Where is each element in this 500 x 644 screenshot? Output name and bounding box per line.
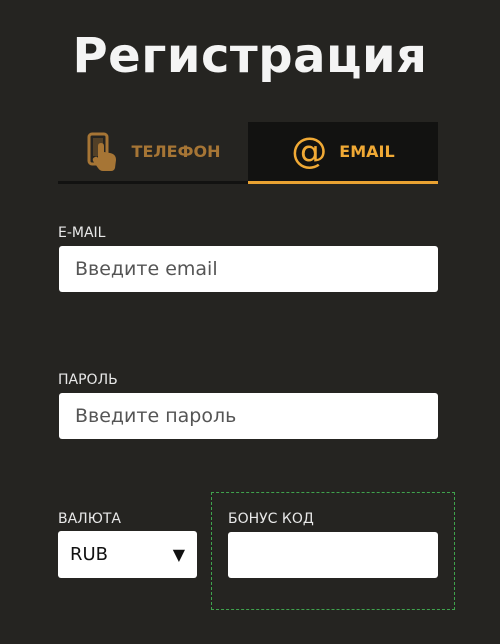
currency-select-value: RUB — [70, 544, 109, 565]
at-icon: @ — [291, 130, 328, 172]
email-label: E-MAIL — [58, 225, 106, 241]
tab-phone-label: ТЕЛЕФОН — [131, 142, 221, 161]
page-title: Регистрация — [72, 28, 428, 84]
email-input[interactable] — [59, 246, 438, 292]
currency-select[interactable]: RUB ▼ — [58, 531, 197, 578]
phone-hand-icon — [86, 132, 120, 172]
tab-email[interactable]: @ EMAIL — [248, 122, 438, 184]
bonus-code-input[interactable] — [228, 532, 438, 578]
currency-label: ВАЛЮТА — [58, 511, 121, 527]
chevron-down-icon: ▼ — [172, 545, 185, 564]
password-input[interactable] — [59, 393, 438, 439]
tab-phone[interactable]: ТЕЛЕФОН — [58, 122, 248, 184]
registration-page: Регистрация ТЕЛЕФОН @ EMAIL E-MAIL ПАРОЛ… — [0, 0, 500, 644]
bonus-code-label: БОНУС КОД — [228, 511, 314, 527]
registration-tabs: ТЕЛЕФОН @ EMAIL — [58, 122, 438, 184]
tab-email-label: EMAIL — [339, 142, 395, 161]
password-label: ПАРОЛЬ — [58, 372, 118, 388]
